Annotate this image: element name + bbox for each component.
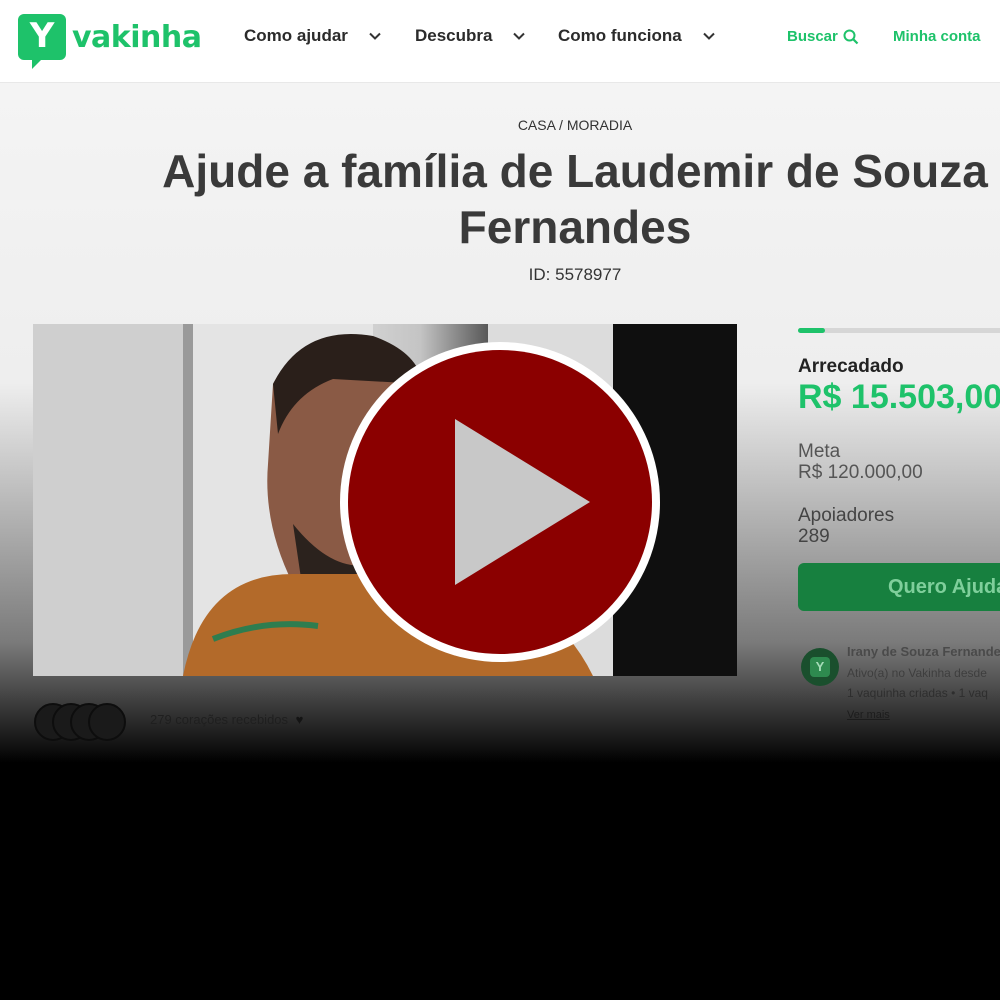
search-icon <box>843 29 859 44</box>
raised-label: Arrecadado <box>798 356 904 377</box>
campaign-category[interactable]: CASA / MORADIA <box>0 117 1000 133</box>
logo-glyph: Y <box>29 16 55 56</box>
organizer-more-link[interactable]: Ver mais <box>847 709 890 721</box>
chevron-down-icon <box>369 32 381 40</box>
bullet-separator: • <box>951 686 959 700</box>
vakinha-logo-icon: Y <box>810 657 830 677</box>
nav-descubra[interactable]: Descubra <box>415 26 526 46</box>
organizer-supported-count: 1 vaq <box>958 686 988 700</box>
play-video-icon[interactable] <box>335 337 665 667</box>
goal-value: R$ 120.000,00 <box>798 462 923 483</box>
avatar <box>88 703 126 741</box>
nav-label: Como ajudar <box>244 26 348 45</box>
campaign-id: ID: 5578977 <box>528 265 622 284</box>
progress-bar-fill <box>798 328 826 333</box>
nav-como-ajudar[interactable]: Como ajudar <box>244 26 382 46</box>
organizer-active-since: Ativo(a) no Vakinha desde <box>847 666 987 680</box>
organizer-created-count: 1 vaquinha criadas <box>847 686 948 700</box>
nav-como-funciona[interactable]: Como funciona <box>558 26 716 46</box>
supporters-label: Apoiadores <box>798 505 895 526</box>
organizer-avatar[interactable]: Y <box>801 648 839 686</box>
hearts-received-label: 279 corações recebidos <box>150 712 289 727</box>
vakinha-logo[interactable]: Y vakinha <box>18 14 202 69</box>
search-label: Buscar <box>787 28 838 45</box>
page-title: Ajude a família de Laudemir de Souza Fer… <box>0 143 1000 255</box>
supporter-avatars[interactable] <box>34 703 126 741</box>
goal-label: Meta <box>798 441 841 462</box>
donate-button[interactable]: Quero Ajudar <box>798 563 1000 611</box>
title-line-2: Fernandes <box>458 201 692 253</box>
logo-text: vakinha <box>72 19 202 55</box>
raised-value: R$ 15.503,00 <box>798 378 1000 416</box>
chevron-down-icon <box>703 32 715 40</box>
heart-icon: ♥ <box>295 712 304 727</box>
organizer-name[interactable]: Irany de Souza Fernandes <box>847 644 1000 659</box>
hearts-received: 279 corações recebidos ♥ <box>150 712 303 727</box>
progress-bar <box>798 328 1000 333</box>
search-button[interactable]: Buscar <box>787 28 859 45</box>
organizer-campaign-count: 1 vaquinha criadas • 1 vaq <box>847 686 988 700</box>
account-link[interactable]: Minha conta <box>893 28 981 45</box>
vakinha-logo-icon: Y <box>18 14 66 69</box>
top-navigation-bar: Y vakinha Como ajudar Descubra Como func… <box>0 0 1000 83</box>
nav-label: Descubra <box>415 26 493 45</box>
chevron-down-icon <box>513 32 526 40</box>
title-line-1: Ajude a família de Laudemir de Souza <box>162 145 988 197</box>
supporters-value: 289 <box>798 526 830 547</box>
nav-label: Como funciona <box>558 26 682 45</box>
organizer-card: Y Irany de Souza Fernandes Ativo(a) no V… <box>790 630 1000 730</box>
